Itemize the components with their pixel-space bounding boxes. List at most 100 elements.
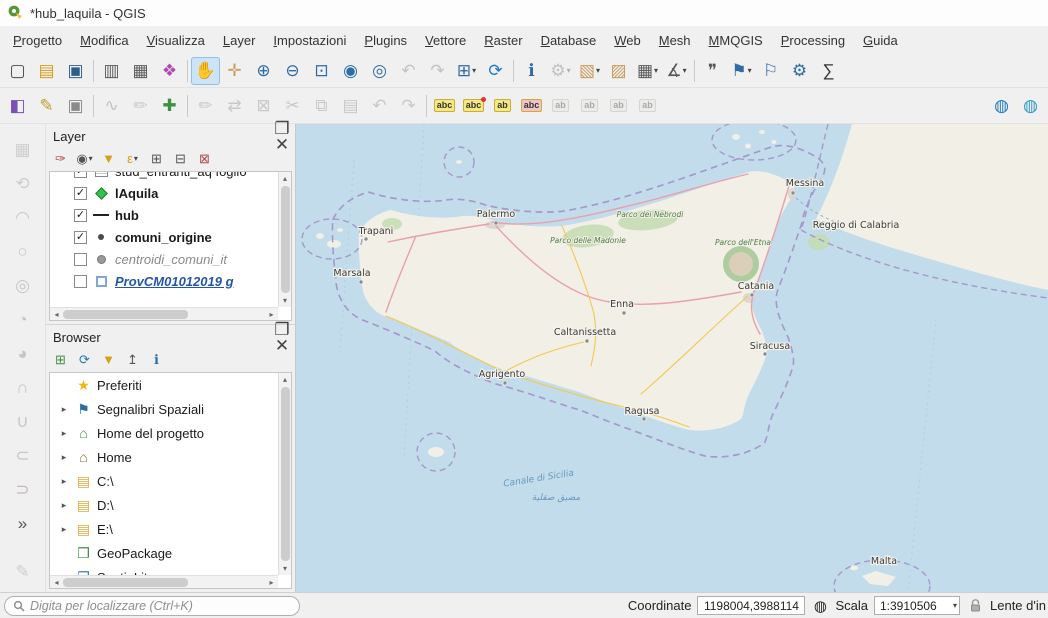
scroll-right-icon[interactable]: ▸ xyxy=(265,308,278,321)
expander-icon[interactable]: ▸ xyxy=(58,428,70,439)
open-project-button[interactable]: ▤ xyxy=(32,57,61,85)
stream-digitizing-button[interactable]: ✏ xyxy=(126,92,155,120)
annotation-tool-button[interactable]: ✎ xyxy=(8,556,38,586)
layer-item-laquila[interactable]: ✓lAquila xyxy=(50,182,278,204)
layout-manager-button[interactable]: ▦ xyxy=(126,57,155,85)
layer-visibility-checkbox[interactable]: ✓ xyxy=(74,209,87,222)
scale-lock-icon[interactable] xyxy=(966,599,984,612)
collapse-all-button[interactable]: ⊟ xyxy=(169,147,192,169)
coordinate-extent-toggle[interactable]: ◍ xyxy=(811,597,829,615)
change-label-properties-button[interactable]: ab xyxy=(604,92,633,120)
filter-legend-expression-button[interactable]: ε▾ xyxy=(121,147,144,169)
show-bookmarks-button[interactable]: ⚐ xyxy=(756,57,785,85)
measure-button[interactable]: ∡▾ xyxy=(662,57,691,85)
browser-item-geopackage[interactable]: ❒GeoPackage xyxy=(50,541,278,565)
identify-features-button[interactable]: ℹ xyxy=(517,57,546,85)
browser-item-c[interactable]: ▸▤C:\ xyxy=(50,469,278,493)
browser-item-preferiti[interactable]: ★Preferiti xyxy=(50,373,278,397)
pin-labels-button[interactable]: ab xyxy=(488,92,517,120)
menu-impostazioni[interactable]: Impostazioni xyxy=(264,28,355,53)
filter-browser-button[interactable]: ▼ xyxy=(97,348,120,370)
toggle-editing-button[interactable]: ✎ xyxy=(32,92,61,120)
scroll-thumb[interactable] xyxy=(281,186,290,293)
browser-properties-button[interactable]: ℹ xyxy=(145,348,168,370)
layer-item-provcm01012019-g[interactable]: ProvCM01012019 g xyxy=(50,270,278,292)
zoom-next-button[interactable]: ↷ xyxy=(423,57,452,85)
layer-item-comuni-origine[interactable]: ✓comuni_origine xyxy=(50,226,278,248)
zoom-full-button[interactable]: ⊡ xyxy=(307,57,336,85)
save-layer-edits-button[interactable]: ▣ xyxy=(61,92,90,120)
open-layer-styling-button[interactable]: ✑ xyxy=(49,147,72,169)
move-feature-button[interactable]: ⇄ xyxy=(220,92,249,120)
topology-checker-button[interactable]: ⟲ xyxy=(8,168,38,198)
menu-guida[interactable]: Guida xyxy=(854,28,907,53)
regular-polygon-tool-button[interactable]: ⊂ xyxy=(8,440,38,470)
open-attribute-table-button[interactable]: ▦▾ xyxy=(633,57,662,85)
circle-2points-tool-button[interactable]: ○ xyxy=(8,236,38,266)
scroll-down-icon[interactable]: ▾ xyxy=(279,562,292,575)
delete-selected-button[interactable]: ⊠ xyxy=(249,92,278,120)
zoom-out-button[interactable]: ⊖ xyxy=(278,57,307,85)
layer-item-centroidi-comuni-it[interactable]: centroidi_comuni_it xyxy=(50,248,278,270)
pan-map-button[interactable]: ✋ xyxy=(191,57,220,85)
move-label-button[interactable]: ab xyxy=(546,92,575,120)
circle-3points-tool-button[interactable]: ◎ xyxy=(8,270,38,300)
menu-raster[interactable]: Raster xyxy=(475,28,531,53)
menu-visualizza[interactable]: Visualizza xyxy=(138,28,214,53)
browser-vertical-scrollbar[interactable]: ▴ ▾ xyxy=(278,373,291,575)
scroll-up-icon[interactable]: ▴ xyxy=(279,172,292,185)
browser-item-home[interactable]: ▸⌂Home xyxy=(50,445,278,469)
vertex-tool-button[interactable]: ✚ xyxy=(155,92,184,120)
menu-plugins[interactable]: Plugins xyxy=(355,28,416,53)
ellipse-extent-tool-button[interactable]: ◕ xyxy=(8,338,38,368)
browser-item-spatialite[interactable]: ❒SpatiaLite xyxy=(50,565,278,575)
expander-icon[interactable]: ▸ xyxy=(58,500,70,511)
rotate-label-button[interactable]: ab xyxy=(575,92,604,120)
layer-visibility-checkbox[interactable]: ✓ xyxy=(74,231,87,244)
add-feature-button[interactable]: ✏ xyxy=(191,92,220,120)
menu-processing[interactable]: Processing xyxy=(772,28,854,53)
filter-legend-button[interactable]: ▼ xyxy=(97,147,120,169)
zoom-to-layer-button[interactable]: ◎ xyxy=(365,57,394,85)
scroll-left-icon[interactable]: ◂ xyxy=(50,308,63,321)
scale-combobox[interactable]: 1:3910506 ▾ xyxy=(874,596,960,615)
scroll-down-icon[interactable]: ▾ xyxy=(279,294,292,307)
menu-progetto[interactable]: Progetto xyxy=(4,28,71,53)
scroll-thumb[interactable] xyxy=(63,578,188,587)
new-map-view-button[interactable]: ⊞▾ xyxy=(452,57,481,85)
float-panel-button[interactable]: ❐ xyxy=(274,120,290,136)
expander-icon[interactable]: ▸ xyxy=(58,404,70,415)
coordinate-input[interactable]: 1198004,3988114 xyxy=(697,596,805,615)
zoom-in-button[interactable]: ⊕ xyxy=(249,57,278,85)
metasearch-button[interactable]: ◍ xyxy=(987,92,1016,120)
freehand-tool-button[interactable]: ⊃ xyxy=(8,474,38,504)
add-selected-layers-button[interactable]: ⊞ xyxy=(49,348,72,370)
toolbar-overflow-button[interactable]: » xyxy=(8,508,38,538)
layer-item-hub[interactable]: ✓hub xyxy=(50,204,278,226)
zoom-to-selection-button[interactable]: ◉ xyxy=(336,57,365,85)
new-bookmark-button[interactable]: ⚑▾ xyxy=(727,57,756,85)
layer-visibility-checkbox[interactable]: ✓ xyxy=(74,172,87,178)
menu-modifica[interactable]: Modifica xyxy=(71,28,137,53)
browser-item-e[interactable]: ▸▤E:\ xyxy=(50,517,278,541)
layer-labeling-options-button[interactable]: abc xyxy=(430,92,459,120)
expander-icon[interactable]: ▸ xyxy=(58,476,70,487)
redo-button[interactable]: ↷ xyxy=(394,92,423,120)
scroll-thumb[interactable] xyxy=(63,310,188,319)
browser-item-home-del-progetto[interactable]: ▸⌂Home del progetto xyxy=(50,421,278,445)
deselect-features-button[interactable]: ▨ xyxy=(604,57,633,85)
undo-button[interactable]: ↶ xyxy=(365,92,394,120)
menu-web[interactable]: Web xyxy=(605,28,650,53)
collapse-all-browser-button[interactable]: ↥ xyxy=(121,348,144,370)
layer-visibility-checkbox[interactable] xyxy=(74,253,87,266)
menu-database[interactable]: Database xyxy=(532,28,606,53)
menu-mmqgis[interactable]: MMQGIS xyxy=(700,28,772,53)
refresh-map-button[interactable]: ⟳ xyxy=(481,57,510,85)
vertex-editor-button[interactable]: ▦ xyxy=(8,134,38,164)
scroll-right-icon[interactable]: ▸ xyxy=(265,576,278,589)
new-print-layout-button[interactable]: ▥ xyxy=(97,57,126,85)
expander-icon[interactable]: ▸ xyxy=(58,524,70,535)
layer-diagram-options-button[interactable]: abc xyxy=(459,92,488,120)
layer-item-stud-entranti-aq-foglio[interactable]: ✓stud_entranti_aq foglio xyxy=(50,172,278,182)
show-hide-labels-button[interactable]: ab xyxy=(633,92,662,120)
